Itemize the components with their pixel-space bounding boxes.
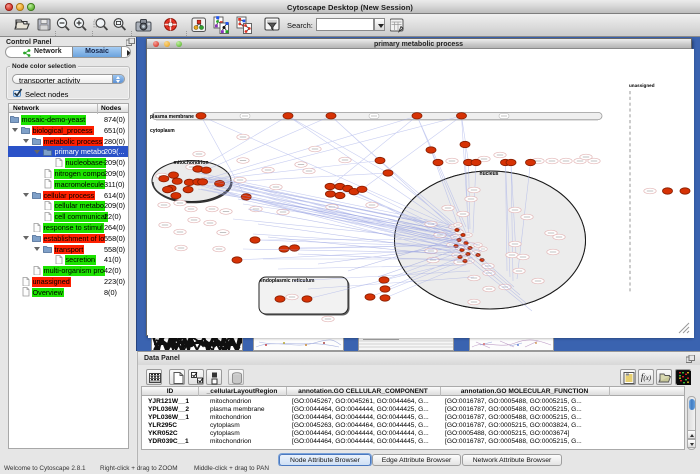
svg-text:mitochondrion: mitochondrion xyxy=(173,160,208,166)
svg-text:nucleus: nucleus xyxy=(479,171,498,177)
svg-text:unassigned: unassigned xyxy=(629,83,655,88)
svg-text:cytoplasm: cytoplasm xyxy=(150,128,175,134)
svg-text:endoplasmic reticulum: endoplasmic reticulum xyxy=(260,278,315,284)
svg-text:plasma membrane: plasma membrane xyxy=(150,114,194,120)
